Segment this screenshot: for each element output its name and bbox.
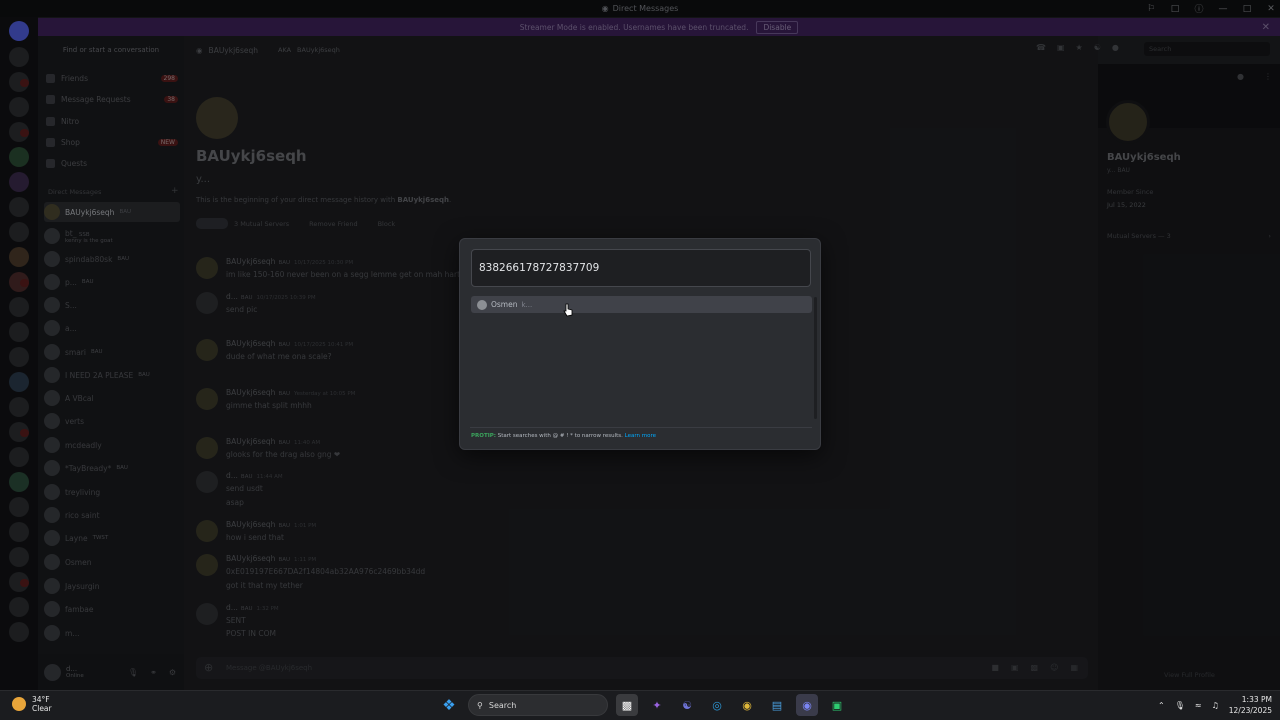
task-view-icon[interactable]: ▩	[616, 694, 638, 716]
avatar	[477, 299, 487, 310]
result-hint: k...	[521, 300, 533, 309]
scrollbar[interactable]	[814, 297, 817, 419]
date: 12/23/2025	[1228, 706, 1272, 715]
start-icon[interactable]: ❖	[438, 694, 460, 716]
chrome-icon[interactable]: ◉	[736, 694, 758, 716]
notepad-icon[interactable]: ▤	[766, 694, 788, 716]
moon-icon	[12, 697, 26, 711]
teams-icon[interactable]: ☯	[676, 694, 698, 716]
discord-taskbar-icon[interactable]: ◉	[796, 694, 818, 716]
hand-cursor-icon	[563, 303, 573, 317]
volume-icon[interactable]: ♫	[1212, 701, 1219, 710]
app-window: ◉ Direct Messages ⚐ □ ⓘ — □ ✕ Streamer M…	[0, 0, 1280, 720]
quick-switcher: 838266178727837709 Osmen k... PROTIP: St…	[459, 238, 821, 450]
quick-switcher-result[interactable]: Osmen k...	[471, 296, 812, 313]
protip: PROTIP: Start searches with @ # ! * to n…	[471, 433, 657, 439]
system-tray: ⌃ 🎙 ≈ ♫ 1:33 PM 12/23/2025	[1158, 694, 1272, 716]
taskbar-apps: ❖ ⚲ Search ▩ ✦ ☯ ◎ ◉ ▤ ◉ ▣	[438, 694, 848, 716]
edge-icon[interactable]: ◎	[706, 694, 728, 716]
copilot-icon[interactable]: ✦	[646, 694, 668, 716]
chevron-up-icon[interactable]: ⌃	[1158, 701, 1165, 710]
wifi-icon[interactable]: ≈	[1195, 701, 1202, 710]
taskbar-search[interactable]: ⚲ Search	[468, 694, 608, 716]
weather-condition: Clear	[32, 704, 52, 713]
taskbar: 34°F Clear ❖ ⚲ Search ▩ ✦ ☯ ◎ ◉ ▤ ◉ ▣ ⌃ …	[0, 690, 1280, 720]
quick-switcher-input[interactable]: 838266178727837709	[471, 249, 811, 287]
time: 1:33 PM	[1241, 695, 1272, 704]
result-name: Osmen	[491, 300, 518, 309]
app-icon[interactable]: ▣	[826, 694, 848, 716]
microphone-icon[interactable]: 🎙	[1175, 701, 1185, 710]
search-icon: ⚲	[477, 700, 483, 710]
learn-more-link[interactable]: Learn more	[625, 433, 656, 439]
temperature: 34°F	[32, 695, 50, 704]
divider	[470, 427, 812, 428]
weather-widget[interactable]: 34°F Clear	[12, 695, 52, 713]
clock[interactable]: 1:33 PM 12/23/2025	[1229, 694, 1272, 716]
